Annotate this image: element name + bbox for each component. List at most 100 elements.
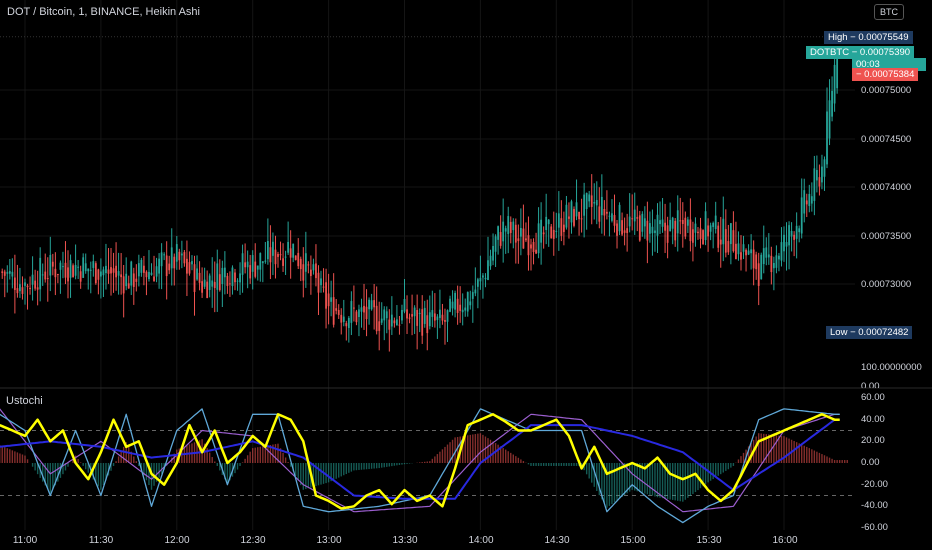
candle-body xyxy=(160,252,163,267)
candle-body xyxy=(102,269,105,276)
candle-body xyxy=(254,261,257,277)
candle-body xyxy=(62,266,64,268)
candle-body xyxy=(244,262,247,268)
candle-body xyxy=(565,204,568,228)
candle-body xyxy=(277,254,279,257)
candle-body xyxy=(74,264,77,276)
candle-body xyxy=(127,283,130,289)
candle-body xyxy=(557,213,560,228)
candle-body xyxy=(661,219,664,227)
candle-body xyxy=(537,223,540,254)
candle-body xyxy=(593,201,596,204)
indicator-name[interactable]: Ustochi xyxy=(6,395,43,407)
candle-body xyxy=(335,308,338,311)
candle-body xyxy=(77,266,80,268)
candle-body xyxy=(775,255,778,268)
candle-body xyxy=(679,220,682,222)
candle-body xyxy=(183,252,186,264)
candle-body xyxy=(527,235,530,256)
candle-body xyxy=(19,284,21,292)
candle-body xyxy=(487,260,489,280)
candle-body xyxy=(649,223,651,234)
candle-body xyxy=(722,218,725,245)
candle-body xyxy=(211,280,214,287)
candle-body xyxy=(423,307,426,324)
chart-canvas[interactable] xyxy=(0,0,932,550)
candle-body xyxy=(223,267,226,278)
candle-body xyxy=(742,244,745,252)
candle-body xyxy=(646,220,649,241)
candle-body xyxy=(153,276,155,282)
candle-body xyxy=(482,275,484,278)
candle-body xyxy=(307,264,310,266)
indicator-scale-zero: 0.00 xyxy=(861,381,880,388)
candle-body xyxy=(236,280,239,282)
candle-body xyxy=(122,276,125,294)
candle-body xyxy=(282,258,284,266)
candle-body xyxy=(145,271,148,278)
candle-body xyxy=(363,305,365,313)
candle-body xyxy=(44,271,47,280)
candle-body xyxy=(671,217,674,229)
candle-body xyxy=(325,282,327,309)
candle-body xyxy=(299,258,302,270)
candle-body xyxy=(84,263,87,272)
candle-body xyxy=(304,253,307,272)
candle-body xyxy=(474,289,477,294)
candle-body xyxy=(125,273,128,287)
low-price-tag: Low − 0.00072482 xyxy=(826,326,913,339)
currency-button[interactable]: BTC xyxy=(874,4,904,20)
candle-body xyxy=(780,242,783,261)
time-axis-label: 15:30 xyxy=(696,535,722,546)
candle-body xyxy=(327,293,330,307)
candle-body xyxy=(793,234,796,240)
candle-body xyxy=(347,317,350,328)
candle-body xyxy=(755,254,758,270)
candle-body xyxy=(11,271,14,277)
candle-body xyxy=(532,241,535,252)
candle-body xyxy=(760,254,763,280)
candle-body xyxy=(315,263,317,279)
candle-body xyxy=(297,252,300,267)
candle-body xyxy=(643,218,646,227)
candle-body xyxy=(497,226,500,240)
candle-body xyxy=(684,217,687,237)
candle-body xyxy=(767,254,770,258)
candle-body xyxy=(186,258,188,274)
osc-axis-label: 40.00 xyxy=(861,414,885,425)
candle-body xyxy=(757,263,760,286)
candle-body xyxy=(509,221,512,234)
candle-body xyxy=(439,309,441,318)
candle-body xyxy=(132,273,135,287)
candle-body xyxy=(256,265,259,270)
candle-body xyxy=(31,274,34,285)
candle-body xyxy=(396,319,398,326)
candle-body xyxy=(550,226,553,239)
candle-body xyxy=(193,264,196,292)
candle-body xyxy=(540,219,543,243)
candle-body xyxy=(611,213,613,221)
candle-body xyxy=(821,166,823,183)
candle-body xyxy=(499,232,502,246)
candle-body xyxy=(401,309,403,321)
candle-body xyxy=(492,245,494,261)
candle-body xyxy=(433,313,436,321)
candle-body xyxy=(464,307,467,311)
candle-body xyxy=(446,310,449,322)
candle-body xyxy=(421,309,424,336)
candle-body xyxy=(530,244,532,249)
candle-body xyxy=(408,317,411,319)
candle-body xyxy=(428,312,431,327)
candle-body xyxy=(6,272,9,274)
candle-body xyxy=(170,247,173,269)
candle-body xyxy=(393,320,396,324)
candle-body xyxy=(598,206,601,222)
candle-body xyxy=(64,262,67,278)
candle-body xyxy=(416,310,419,326)
candle-body xyxy=(535,249,537,254)
candle-body xyxy=(790,230,793,237)
candle-body xyxy=(191,261,193,265)
candle-body xyxy=(616,223,618,236)
candle-body xyxy=(504,228,507,232)
candle-body xyxy=(418,312,421,314)
